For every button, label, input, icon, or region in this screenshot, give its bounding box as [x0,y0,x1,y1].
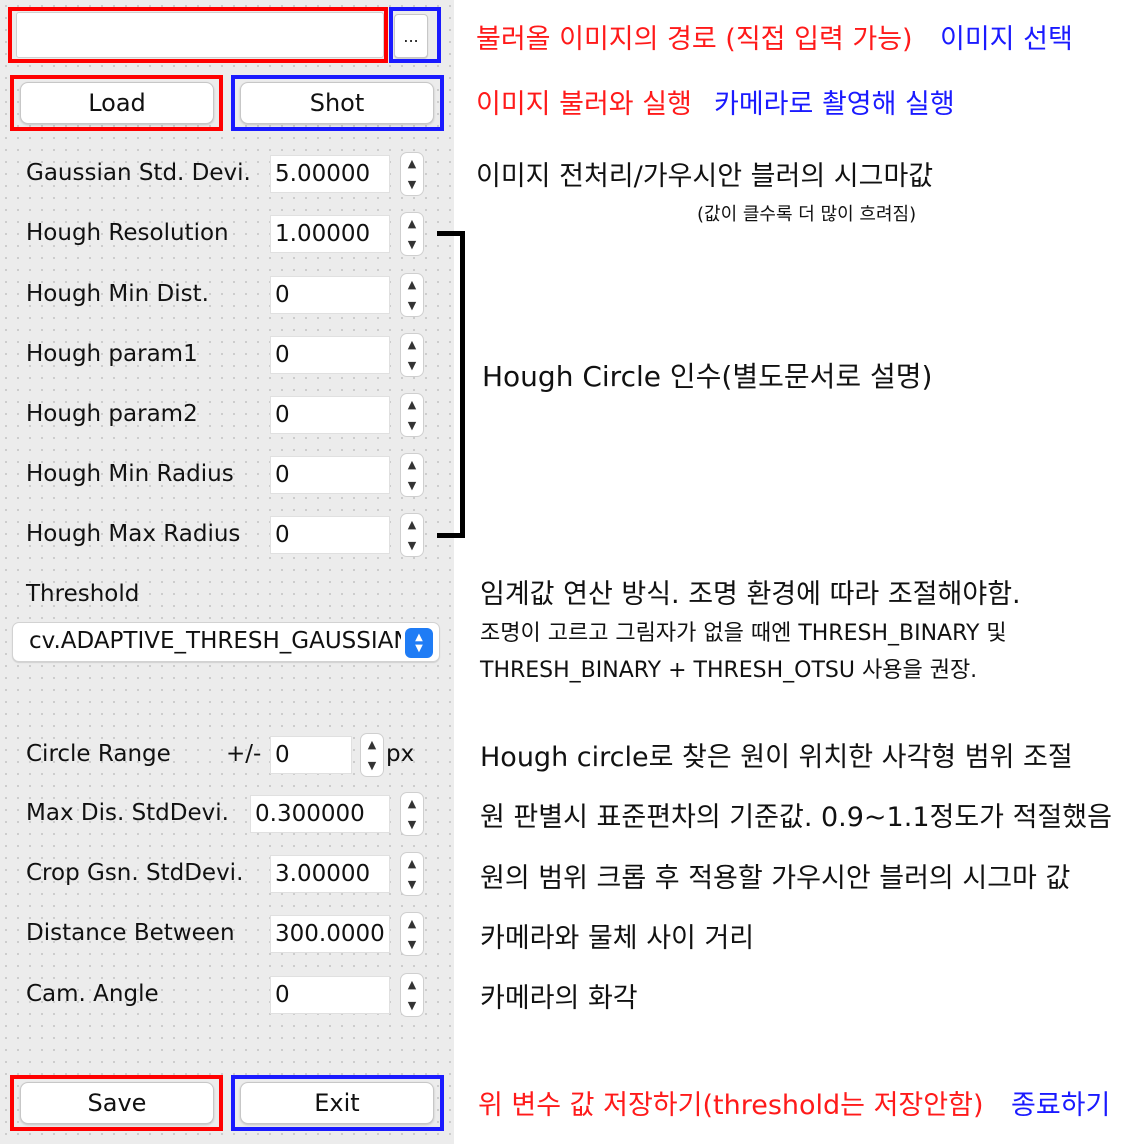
chevron-down-icon[interactable]: ▼ [408,816,416,834]
chevron-up-icon[interactable]: ▲ [408,276,416,294]
load-highlight-box [10,75,223,131]
annotation-threshold-2: 조명이 고르고 그림자가 없을 때엔 THRESH_BINARY 및 [480,621,1007,646]
annotation-exit: 종료하기 [1011,1090,1111,1121]
shot-highlight-box [231,75,444,131]
annotation-load-run: 이미지 불러와 실행 [476,89,692,120]
max-dis-stddevi-label: Max Dis. StdDevi. [26,800,229,826]
chevron-up-icon[interactable]: ▲ [408,336,416,354]
hough-resolution-stepper[interactable]: ▲ ▼ [400,212,424,256]
threshold-selected-value: cv.ADAPTIVE_THRESH_GAUSSIAN_C [29,628,401,654]
cam-angle-stepper[interactable]: ▲ ▼ [400,973,424,1017]
cam-angle-label: Cam. Angle [26,981,159,1007]
chevron-down-icon[interactable]: ▼ [408,297,416,315]
chevron-down-icon[interactable]: ▼ [408,477,416,495]
crop-gsn-stddevi-field[interactable]: 3.00000 [270,855,390,893]
circle-range-prefix: +/- [226,741,262,767]
chevron-up-icon[interactable]: ▲ [408,795,416,813]
chevron-down-icon[interactable]: ▼ [408,876,416,894]
annotation-distance: 카메라와 물체 사이 거리 [480,923,755,954]
threshold-label: Threshold [26,581,140,607]
annotation-threshold-1: 임계값 연산 방식. 조명 환경에 따라 조절해야함. [480,579,1021,610]
annotation-gaussian: 이미지 전처리/가우시안 블러의 시그마값 [476,161,934,192]
hough-max-radius-label: Hough Max Radius [26,521,241,547]
crop-gsn-stddevi-stepper[interactable]: ▲ ▼ [400,852,424,896]
gaussian-std-stepper[interactable]: ▲ ▼ [400,152,424,196]
circle-range-stepper[interactable]: ▲ ▼ [360,733,384,777]
hough-min-radius-label: Hough Min Radius [26,461,234,487]
chevron-down-icon[interactable]: ▼ [408,936,416,954]
path-highlight-box [8,7,388,63]
gaussian-std-field[interactable]: 5.00000 [270,155,390,193]
chevron-up-icon[interactable]: ▲ [408,396,416,414]
chevron-updown-icon[interactable]: ▲ ▼ [405,628,433,658]
annotation-save: 위 변수 값 저장하기(threshold는 저장안함) [478,1090,984,1121]
hough-min-dist-stepper[interactable]: ▲ ▼ [400,273,424,317]
max-dis-stddevi-field[interactable]: 0.300000 [250,795,390,833]
circle-range-unit: px [386,741,415,767]
chevron-down-icon[interactable]: ▼ [408,357,416,375]
annotation-crop-gsn: 원의 범위 크롭 후 적용할 가우시안 블러의 시그마 값 [480,863,1071,894]
chevron-up-icon[interactable]: ▲ [408,855,416,873]
hough-resolution-label: Hough Resolution [26,220,229,246]
hough-max-radius-field[interactable]: 0 [270,516,390,554]
hough-param1-field[interactable]: 0 [270,336,390,374]
max-dis-stddevi-stepper[interactable]: ▲ ▼ [400,792,424,836]
hough-param2-label: Hough param2 [26,401,198,427]
hough-param1-stepper[interactable]: ▲ ▼ [400,333,424,377]
save-highlight-box [10,1075,223,1131]
hough-resolution-field[interactable]: 1.00000 [270,215,390,253]
chevron-down-icon[interactable]: ▼ [408,176,416,194]
chevron-up-icon[interactable]: ▲ [408,155,416,173]
distance-between-label: Distance Between [26,920,235,946]
cam-angle-field[interactable]: 0 [270,976,390,1014]
chevron-down-icon[interactable]: ▼ [408,997,416,1015]
chevron-down-icon[interactable]: ▼ [408,417,416,435]
chevron-up-icon[interactable]: ▲ [408,215,416,233]
hough-bracket [437,231,465,538]
chevron-down-icon[interactable]: ▼ [408,236,416,254]
hough-min-radius-field[interactable]: 0 [270,456,390,494]
circle-range-field[interactable]: 0 [270,736,352,774]
annotation-shot-run: 카메라로 촬영해 실행 [714,89,955,120]
annotation-select-image: 이미지 선택 [940,24,1073,55]
distance-between-stepper[interactable]: ▲ ▼ [400,912,424,956]
crop-gsn-stddevi-label: Crop Gsn. StdDevi. [26,860,244,886]
browse-highlight-box [389,7,441,63]
chevron-up-icon[interactable]: ▲ [408,456,416,474]
annotation-circle-range: Hough circle로 찾은 원이 위치한 사각형 범위 조절 [480,742,1073,773]
hough-max-radius-stepper[interactable]: ▲ ▼ [400,513,424,557]
chevron-down-icon[interactable]: ▼ [408,537,416,555]
chevron-up-icon[interactable]: ▲ [408,516,416,534]
hough-param2-field[interactable]: 0 [270,396,390,434]
annotation-gaussian-note: (값이 클수록 더 많이 흐려짐) [697,204,917,225]
chevron-down-icon[interactable]: ▼ [368,757,376,775]
exit-highlight-box [231,1075,444,1131]
hough-param2-stepper[interactable]: ▲ ▼ [400,393,424,437]
chevron-up-icon[interactable]: ▲ [408,915,416,933]
annotation-max-dis: 원 판별시 표준편차의 기준값. 0.9~1.1정도가 적절했음 [480,802,1112,833]
chevron-up-icon[interactable]: ▲ [368,736,376,754]
distance-between-field[interactable]: 300.0000 [270,915,390,953]
annotation-threshold-3: THRESH_BINARY + THRESH_OTSU 사용을 권장. [480,658,978,683]
annotation-hough: Hough Circle 인수(별도문서로 설명) [482,360,933,393]
threshold-select[interactable]: cv.ADAPTIVE_THRESH_GAUSSIAN_C ▲ ▼ [12,622,440,662]
annotation-path: 불러올 이미지의 경로 (직접 입력 가능) [476,24,913,55]
hough-min-dist-label: Hough Min Dist. [26,281,209,307]
chevron-up-icon[interactable]: ▲ [408,976,416,994]
hough-min-radius-stepper[interactable]: ▲ ▼ [400,453,424,497]
circle-range-label: Circle Range [26,741,171,767]
annotation-cam-angle: 카메라의 화각 [480,983,638,1014]
gaussian-std-label: Gaussian Std. Devi. [26,160,251,186]
hough-min-dist-field[interactable]: 0 [270,276,390,314]
hough-param1-label: Hough param1 [26,341,198,367]
